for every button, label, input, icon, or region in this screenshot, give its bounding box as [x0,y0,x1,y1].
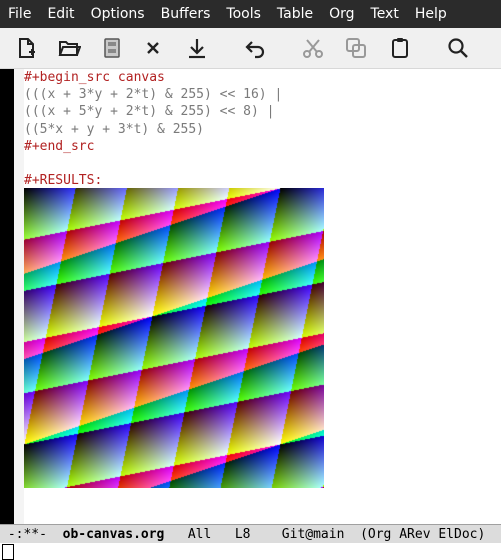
modeline-modes[interactable]: (Org ARev ElDoc) [360,527,485,542]
open-folder-button[interactable] [57,36,81,60]
code-line[interactable]: #+RESULTS: [24,172,501,189]
tool-bar [0,28,501,69]
menu-buffers[interactable]: Buffers [153,0,219,28]
code-line[interactable]: #+begin_src canvas [24,69,501,86]
code-line[interactable]: ((5*x + y + 3*t) & 255) [24,121,501,138]
menu-bar: File Edit Options Buffers Tools Table Org Text H… [0,0,501,28]
menu-file[interactable]: File [0,0,39,28]
cursor [2,544,14,560]
copy-icon [346,38,366,58]
new-file-icon [19,38,35,58]
fringe [14,69,24,524]
search-button[interactable] [446,36,470,60]
save-icon [104,38,120,58]
menu-tools[interactable]: Tools [218,0,269,28]
download-icon [189,39,205,59]
modeline-status: -:**- [7,527,47,542]
canvas-result-render [24,188,324,488]
menu-table[interactable]: Table [269,0,321,28]
code-line[interactable] [24,155,501,172]
paste-icon [392,38,408,58]
cut-button[interactable] [301,36,325,60]
modeline-line: L8 [234,527,251,542]
paste-button[interactable] [388,36,412,60]
menu-options[interactable]: Options [83,0,153,28]
echo-area[interactable] [0,543,501,560]
modeline-vc[interactable]: Git@main [282,527,345,542]
menu-edit[interactable]: Edit [39,0,82,28]
cut-icon [303,39,323,58]
close-icon [147,42,159,54]
canvas-result-image [24,188,324,488]
menu-org[interactable]: Org [321,0,362,28]
modeline-buffer-name[interactable]: ob-canvas.org [63,527,165,542]
code-area[interactable]: #+begin_src canvas (((x + 3*y + 2*t) & 25… [24,69,501,189]
code-line[interactable]: #+end_src [24,138,501,155]
close-button[interactable] [141,36,165,60]
search-icon [448,38,468,58]
copy-button[interactable] [344,36,368,60]
code-line[interactable]: (((x + 3*y + 2*t) & 255) << 16) | [24,86,501,103]
new-file-button[interactable] [14,36,38,60]
menu-help[interactable]: Help [407,0,455,28]
folder-open-icon [58,41,81,56]
save-button[interactable] [100,36,124,60]
undo-icon [245,41,265,59]
code-line[interactable]: (((x + 5*y + 2*t) & 255) << 8) | [24,103,501,120]
undo-button[interactable] [243,36,267,60]
download-button[interactable] [185,36,209,60]
editor-buffer[interactable]: #+begin_src canvas (((x + 3*y + 2*t) & 25… [14,69,501,524]
mode-line: -:**- ob-canvas.org All L8 Git@main (Org… [0,524,501,545]
menu-text[interactable]: Text [363,0,407,28]
modeline-position: All [187,527,212,542]
window-edge [0,69,14,524]
